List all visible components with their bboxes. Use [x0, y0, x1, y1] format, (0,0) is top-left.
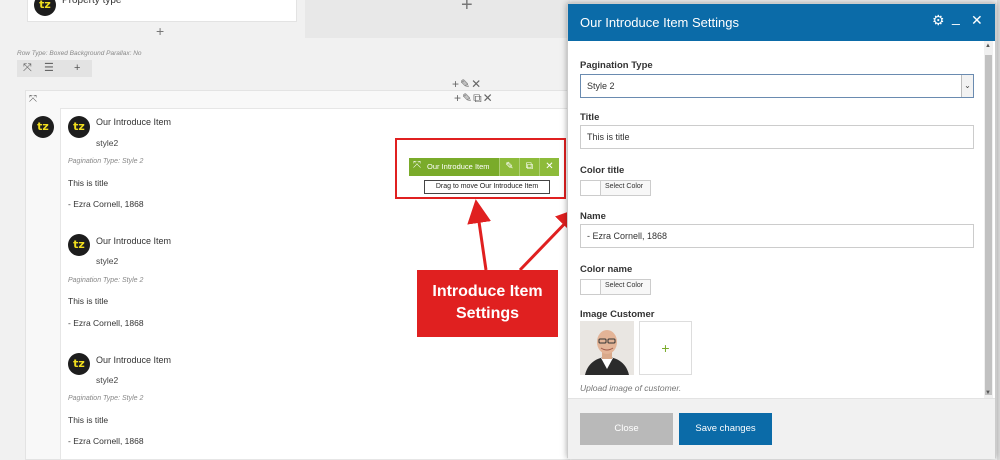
settings-callout: Introduce Item Settings [417, 270, 558, 337]
close-icon[interactable]: ✕ [971, 12, 983, 29]
customer-photo-image [580, 321, 634, 375]
select-color-label[interactable]: Select Color [605, 183, 643, 190]
modal-title: Our Introduce Item Settings [580, 15, 739, 30]
color-title-picker[interactable]: Select Color [580, 180, 651, 196]
color-title-label: Color title [580, 165, 625, 176]
color-swatch[interactable] [581, 181, 601, 195]
select-color-label[interactable]: Select Color [605, 282, 643, 289]
image-hint: Upload image of customer. [580, 383, 682, 393]
scroll-down-icon[interactable]: ▼ [985, 390, 991, 396]
callout-line-1: Introduce Item [432, 283, 543, 300]
callout-line-2: Settings [455, 305, 520, 322]
modal-body: Pagination Type Style 2 ⌄ Title This is … [568, 41, 986, 398]
name-input[interactable]: - Ezra Cornell, 1868 [580, 224, 974, 248]
close-button[interactable]: Close [580, 413, 673, 445]
modal-scrollbar[interactable]: ▲ ▼ [984, 41, 993, 398]
modal-header: Our Introduce Item Settings ⚙ _ ✕ [568, 4, 995, 41]
pagination-type-value: Style 2 [587, 81, 615, 91]
settings-modal: Our Introduce Item Settings ⚙ _ ✕ Pagina… [567, 3, 996, 459]
scrollbar-thumb[interactable] [985, 55, 992, 395]
title-input[interactable]: This is title [580, 125, 974, 149]
scroll-up-icon[interactable]: ▲ [985, 43, 991, 49]
color-swatch[interactable] [581, 280, 601, 294]
modal-footer: Close Save changes [568, 398, 995, 459]
title-label: Title [580, 112, 600, 123]
arrow-to-modal [518, 207, 581, 272]
chevron-down-icon[interactable]: ⌄ [961, 75, 973, 97]
pagination-type-label: Pagination Type [580, 60, 653, 71]
add-image-button[interactable]: + [639, 321, 692, 375]
save-changes-button[interactable]: Save changes [679, 413, 772, 445]
minimize-icon[interactable]: _ [952, 9, 960, 25]
name-label: Name [580, 211, 606, 222]
customer-photo[interactable] [580, 321, 634, 375]
color-name-label: Color name [580, 264, 633, 275]
arrow-to-toolbar [467, 199, 492, 271]
color-name-picker[interactable]: Select Color [580, 279, 651, 295]
image-customer-label: Image Customer [580, 309, 655, 320]
gear-icon[interactable]: ⚙ [932, 12, 945, 29]
pagination-type-select[interactable]: Style 2 ⌄ [580, 74, 974, 98]
